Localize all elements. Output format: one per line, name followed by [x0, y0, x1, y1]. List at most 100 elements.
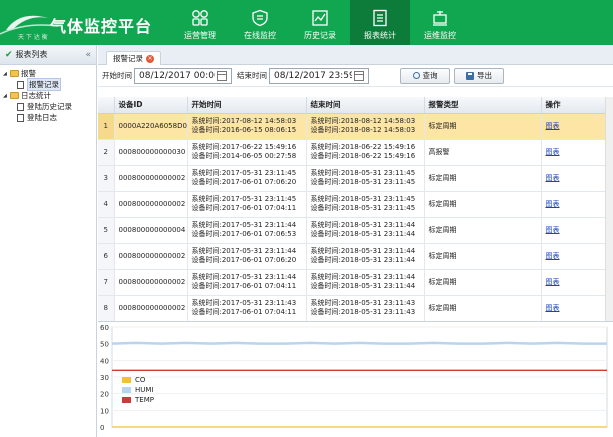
column-header-start-time[interactable]: 开始时间	[187, 97, 307, 114]
chart-link[interactable]: 图表	[546, 304, 560, 312]
start-system-time: 系统时间:2017-05-31 23:11:44	[191, 273, 297, 281]
cell-alarm-type: 标定周期	[424, 295, 542, 321]
chart-link[interactable]: 图表	[546, 174, 560, 182]
y-tick-label: 50	[100, 341, 109, 349]
cell-action: 图表	[541, 113, 606, 140]
app-subtitle: 天 下 达 衡	[18, 34, 48, 41]
chart-link[interactable]: 图表	[546, 122, 560, 130]
tab-label: 报警记录	[113, 54, 143, 63]
end-device-time: 设备时间:2018-05-31 23:11:44	[310, 230, 416, 238]
grid-icon	[192, 10, 208, 26]
nav-item-reports[interactable]: 报表统计	[350, 0, 410, 45]
monitor-icon	[433, 11, 447, 26]
cell-action: 图表	[541, 243, 606, 270]
nav-item-operations[interactable]: 运营管理	[170, 0, 230, 45]
row-number: 8	[98, 295, 115, 321]
calendar-icon[interactable]	[217, 70, 227, 81]
legend-item[interactable]: TEMP	[122, 395, 154, 405]
save-icon	[466, 71, 474, 80]
table-row[interactable]: 1 0000A220A6058D0 系统时间:2017-08-12 14:58:03…	[98, 113, 606, 140]
table-row[interactable]: 2 000800000000030 系统时间:2017-06-22 15:49:16…	[98, 139, 606, 166]
start-system-time: 系统时间:2017-05-31 23:11:44	[191, 247, 297, 255]
page-icon	[17, 113, 24, 122]
chart-link[interactable]: 图表	[546, 200, 560, 208]
tab-alarm-records[interactable]: 报警记录 ×	[106, 51, 161, 65]
start-device-time: 设备时间:2016-06-15 08:06:15	[191, 126, 297, 134]
export-button[interactable]: 导出	[454, 67, 504, 84]
cell-end-time: 系统时间:2018-08-12 14:58:03 设备时间:2018-08-12 …	[306, 113, 425, 140]
search-icon	[412, 72, 420, 79]
table-row[interactable]: 5 000800000000004 系统时间:2017-05-31 23:11:44…	[98, 217, 606, 244]
table-row[interactable]: 6 000800000000002 系统时间:2017-05-31 23:11:44…	[98, 243, 606, 270]
cell-alarm-type: 高报警	[424, 139, 542, 166]
table-row[interactable]: 8 000800000000002 系统时间:2017-05-31 23:11:43…	[98, 295, 606, 321]
expand-triangle-icon[interactable]: ◢	[3, 93, 10, 99]
query-button[interactable]: 查询	[400, 67, 450, 84]
chart-link[interactable]: 图表	[546, 278, 560, 286]
cell-end-time: 系统时间:2018-05-31 23:11:45 设备时间:2018-05-31 …	[306, 165, 425, 192]
table-row[interactable]: 3 000800000000002 系统时间:2017-05-31 23:11:45…	[98, 165, 606, 192]
start-time-input[interactable]: 08/12/2017 00:00:00	[134, 67, 232, 84]
collapse-icon[interactable]: «	[85, 50, 91, 60]
row-number: 4	[98, 191, 115, 218]
tab-bar: 报警记录 ×	[98, 45, 613, 65]
cell-action: 图表	[541, 295, 606, 321]
end-system-time: 系统时间:2018-05-31 23:11:44	[310, 247, 416, 255]
tree-folder-log-stats[interactable]: ◢ 日志统计	[3, 90, 96, 101]
sidebar-header: ✔ 报表列表 «	[0, 45, 96, 65]
legend-item[interactable]: CO	[122, 375, 154, 385]
chart-link[interactable]: 图表	[546, 148, 560, 156]
nav-item-online-monitor[interactable]: 在线监控	[230, 0, 290, 45]
cell-device-id: 000800000000004	[114, 217, 188, 244]
line-chart-icon	[312, 10, 328, 26]
chart-legend: CO HUMI TEMP	[122, 375, 154, 405]
close-icon[interactable]: ×	[146, 54, 154, 63]
column-header-alarm-type[interactable]: 报警类型	[424, 97, 542, 114]
table-row[interactable]: 9 系统时间:2017-05-31 23:11:43系统时间:2018-05-31…	[98, 321, 605, 322]
legend-swatch	[122, 397, 131, 403]
start-device-time: 设备时间:2014-06-05 00:27:58	[191, 152, 297, 160]
y-tick-label: 40	[100, 357, 109, 365]
tree-item-login-history[interactable]: 登陆历史记录	[3, 101, 96, 112]
table-row[interactable]: 7 000800000000002 系统时间:2017-05-31 23:11:44…	[98, 269, 606, 296]
expand-triangle-icon[interactable]: ◢	[3, 71, 10, 77]
start-device-time: 设备时间:2017-06-01 07:04:11	[191, 308, 297, 316]
calendar-icon[interactable]	[354, 70, 364, 81]
cell-device-id: 000800000000002	[114, 191, 188, 218]
end-system-time: 系统时间:2018-08-12 14:58:03	[310, 117, 416, 125]
end-system-time: 系统时间:2018-05-31 23:11:44	[310, 221, 416, 229]
column-header-end-time[interactable]: 结束时间	[306, 97, 425, 114]
end-time-input[interactable]: 08/12/2017 23:59:59	[269, 67, 369, 84]
chart-link[interactable]: 图表	[546, 226, 560, 234]
start-system-time: 系统时间:2017-05-31 23:11:43	[191, 299, 297, 307]
cell-device-id: 000800000000002	[114, 165, 188, 192]
legend-item[interactable]: HUMI	[122, 385, 154, 395]
cell-alarm-type: 标定周期	[424, 243, 542, 270]
folder-icon	[10, 70, 19, 77]
cell-action: 图表	[541, 139, 606, 166]
chart-link[interactable]: 图表	[546, 252, 560, 260]
nav-item-history[interactable]: 历史记录	[290, 0, 350, 45]
trend-chart: 0 10 20 30 40 50 60 CO HUMI TEMP	[98, 323, 613, 437]
tree-item-login-log[interactable]: 登陆日志	[3, 112, 96, 123]
start-time-label: 开始时间	[102, 71, 132, 80]
cell-start-time: 系统时间:2017-06-22 15:49:16 设备时间:2014-06-05 …	[187, 139, 307, 166]
row-number: 1	[98, 113, 115, 140]
table-row[interactable]: 4 000800000000002 系统时间:2017-05-31 23:11:45…	[98, 191, 606, 218]
app-logo: 气体监控平台 天 下 达 衡	[0, 0, 170, 45]
export-label: 导出	[477, 71, 492, 80]
end-device-time: 设备时间:2018-05-31 23:11:44	[310, 282, 416, 290]
nav-item-maintenance[interactable]: 运维监控	[410, 0, 470, 45]
column-header-device-id[interactable]: 设备ID	[114, 97, 188, 114]
end-time-value: 08/12/2017 23:59:59	[274, 70, 352, 81]
nav-label: 运维监控	[424, 31, 456, 40]
nav-label: 报表统计	[364, 31, 396, 40]
end-system-time: 系统时间:2018-05-31 23:11:43	[310, 299, 416, 307]
start-device-time: 设备时间:2017-06-01 07:06:20	[191, 256, 297, 264]
cell-alarm-type	[424, 321, 541, 322]
report-tree: ◢ 报警 报警记录 ◢ 日志统计 登陆历史记录 登陆日志	[0, 65, 96, 123]
start-device-time: 设备时间:2017-06-01 07:06:53	[191, 230, 297, 238]
table-scrollbar[interactable]	[605, 97, 613, 321]
tree-item-alarm-records[interactable]: 报警记录	[3, 78, 96, 91]
end-device-time: 设备时间:2018-05-31 23:11:45	[310, 204, 416, 212]
